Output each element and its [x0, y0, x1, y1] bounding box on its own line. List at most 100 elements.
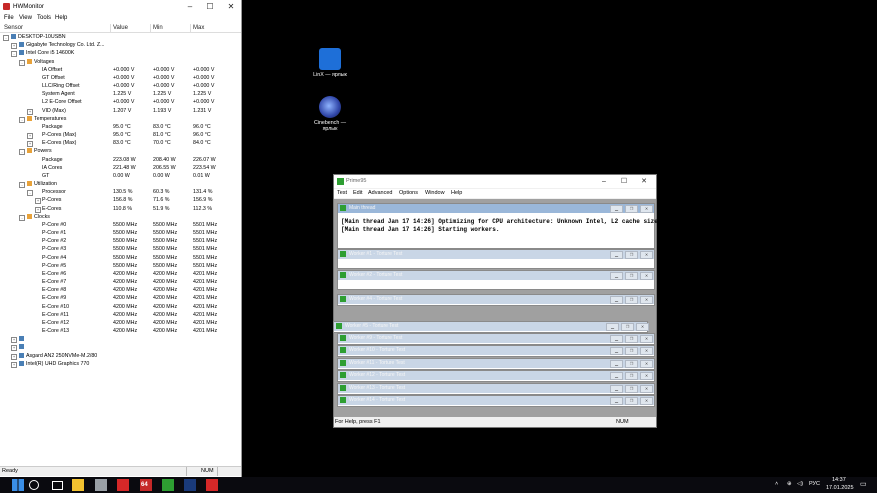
menu-options[interactable]: Options [399, 190, 418, 196]
sensor-row[interactable]: - Powers [0, 147, 241, 156]
child-restore-button[interactable]: ❐ [625, 335, 638, 343]
expand-icon[interactable]: + [11, 43, 17, 50]
child-titlebar[interactable]: Worker #14 - Torture Test ▁ ❐ ✕ [338, 396, 654, 405]
sensor-row[interactable]: E-Core #8 4200 MHz 4200 MHz 4201 MHz [0, 286, 241, 294]
sensor-row[interactable]: + E-Cores (Max) 83.0 °C 70.0 °C 84.0 °C [0, 139, 241, 148]
gear-app-icon[interactable] [95, 479, 107, 491]
menu-test[interactable]: Test [337, 190, 347, 196]
child-minimize-button[interactable]: ▁ [610, 360, 623, 368]
sensor-row[interactable]: E-Core #12 4200 MHz 4200 MHz 4201 MHz [0, 319, 241, 327]
worker-window[interactable]: Worker #9 - Torture Test ▁ ❐ ✕ [337, 333, 655, 345]
sensor-row[interactable]: IA Cores 221.48 W 206.55 W 223.54 W [0, 164, 241, 172]
column-sensor[interactable]: Sensor [4, 25, 23, 31]
sensor-row[interactable]: LLC/Ring Offset +0.000 V +0.000 V +0.000 V [0, 82, 241, 90]
child-minimize-button[interactable]: ▁ [610, 397, 623, 405]
column-max[interactable]: Max [193, 25, 204, 31]
child-close-button[interactable]: ✕ [640, 385, 653, 393]
sensor-row[interactable]: E-Core #9 4200 MHz 4200 MHz 4201 MHz [0, 294, 241, 302]
sensor-row[interactable]: P-Core #1 5500 MHz 5500 MHz 5501 MHz [0, 229, 241, 237]
child-titlebar[interactable]: Worker #4 - Torture Test ▁ ❐ ✕ [338, 295, 654, 304]
maximize-button[interactable]: ☐ [200, 2, 220, 11]
child-minimize-button[interactable]: ▁ [610, 251, 623, 259]
minimize-button[interactable]: – [180, 2, 200, 11]
sensor-row[interactable]: P-Core #4 5500 MHz 5500 MHz 5501 MHz [0, 254, 241, 262]
collapse-icon[interactable]: - [19, 59, 25, 66]
collapse-icon[interactable]: - [11, 51, 17, 58]
child-minimize-button[interactable]: ▁ [610, 205, 623, 213]
child-titlebar[interactable]: Worker #1 - Torture Test ▁ ❐ ✕ [338, 250, 654, 259]
sensor-row[interactable]: + Asgard AN2 250NVMe-M.2/80 [0, 352, 241, 360]
child-close-button[interactable]: ✕ [636, 323, 649, 331]
aida64-icon[interactable]: 64 [140, 479, 152, 491]
sensor-row[interactable]: E-Core #13 4200 MHz 4200 MHz 4201 MHz [0, 327, 241, 335]
task-view-icon[interactable] [52, 481, 63, 490]
child-restore-button[interactable]: ❐ [625, 385, 638, 393]
expand-icon[interactable]: + [27, 141, 33, 148]
child-close-button[interactable]: ✕ [640, 296, 653, 304]
sensor-row[interactable]: E-Core #11 4200 MHz 4200 MHz 4201 MHz [0, 311, 241, 319]
menu-edit[interactable]: Edit [353, 190, 362, 196]
child-restore-button[interactable]: ❐ [625, 372, 638, 380]
sensor-row[interactable]: P-Core #2 5500 MHz 5500 MHz 5501 MHz [0, 237, 241, 245]
child-titlebar[interactable]: Worker #10 - Torture Test ▁ ❐ ✕ [338, 346, 654, 355]
worker-window[interactable]: Worker #4 - Torture Test ▁ ❐ ✕ [337, 294, 655, 306]
close-button[interactable]: ✕ [221, 2, 241, 11]
sensor-row[interactable]: E-Core #6 4200 MHz 4200 MHz 4201 MHz [0, 270, 241, 278]
worker-window[interactable]: Worker #11 - Torture Test ▁ ❐ ✕ [337, 358, 655, 370]
column-value[interactable]: Value [113, 25, 128, 31]
worker-window[interactable]: Worker #12 - Torture Test ▁ ❐ ✕ [337, 370, 655, 382]
sensor-row[interactable]: - Voltages [0, 58, 241, 66]
menu-help[interactable]: Help [55, 15, 67, 21]
sensor-row[interactable]: P-Core #3 5500 MHz 5500 MHz 5501 MHz [0, 245, 241, 253]
sensor-row[interactable]: IA Offset +0.000 V +0.000 V +0.000 V [0, 66, 241, 74]
menu-file[interactable]: File [4, 15, 14, 21]
sensor-row[interactable]: Package 95.0 °C 83.0 °C 96.0 °C [0, 123, 241, 131]
child-minimize-button[interactable]: ▁ [610, 296, 623, 304]
sensor-row[interactable]: - DESKTOP-10USBN [0, 33, 241, 41]
sensor-row[interactable]: E-Core #10 4200 MHz 4200 MHz 4201 MHz [0, 303, 241, 311]
sensor-row[interactable]: + Gigabyte Technology Co. Ltd. Z... [0, 41, 241, 50]
child-minimize-button[interactable]: ▁ [606, 323, 619, 331]
sensor-row[interactable]: + [0, 343, 241, 352]
sensor-row[interactable]: E-Core #7 4200 MHz 4200 MHz 4201 MHz [0, 278, 241, 286]
child-close-button[interactable]: ✕ [640, 251, 653, 259]
menu-advanced[interactable]: Advanced [368, 190, 392, 196]
column-min[interactable]: Min [153, 25, 163, 31]
collapse-icon[interactable]: - [19, 182, 25, 189]
child-titlebar[interactable]: Worker #12 - Torture Test ▁ ❐ ✕ [338, 371, 654, 380]
child-minimize-button[interactable]: ▁ [610, 372, 623, 380]
notification-icon[interactable]: ▭ [860, 480, 867, 488]
hwmonitor-titlebar[interactable]: HWMonitor – ☐ ✕ [0, 0, 241, 13]
prime95-titlebar[interactable]: Prime95 – ☐ ✕ [334, 175, 656, 188]
worker-window[interactable]: Worker #5 - Torture Test ▁ ❐ ✕ [333, 321, 649, 333]
expand-icon[interactable]: + [11, 345, 17, 352]
worker-window[interactable]: Worker #2 - Torture Test ▁ ❐ ✕ [337, 270, 655, 290]
child-close-button[interactable]: ✕ [640, 205, 653, 213]
worker-window[interactable]: Worker #1 - Torture Test ▁ ❐ ✕ [337, 249, 655, 269]
maximize-button[interactable]: ☐ [614, 177, 634, 186]
menu-tools[interactable]: Tools [37, 15, 51, 21]
main-thread-window[interactable]: Main thread ▁ ❐ ✕ [Main thread Jan 17 14… [337, 203, 712, 249]
child-close-button[interactable]: ✕ [640, 360, 653, 368]
menu-view[interactable]: View [19, 15, 32, 21]
sensor-row[interactable]: - Utilization [0, 180, 241, 189]
child-close-button[interactable]: ✕ [640, 372, 653, 380]
menu-help[interactable]: Help [451, 190, 462, 196]
menu-window[interactable]: Window [425, 190, 445, 196]
expand-icon[interactable]: + [11, 337, 17, 344]
worker-window[interactable]: Worker #13 - Torture Test ▁ ❐ ✕ [337, 383, 655, 395]
windows-logo-icon[interactable] [12, 479, 24, 491]
sensor-row[interactable]: + P-Cores (Max) 95.0 °C 81.0 °C 96.0 °C [0, 131, 241, 140]
child-restore-button[interactable]: ❐ [625, 296, 638, 304]
child-titlebar[interactable]: Worker #9 - Torture Test ▁ ❐ ✕ [338, 334, 654, 343]
prime95-icon[interactable] [162, 479, 174, 491]
child-restore-button[interactable]: ❐ [625, 360, 638, 368]
child-restore-button[interactable]: ❐ [625, 251, 638, 259]
chevron-up-icon[interactable]: ˄ [775, 481, 778, 487]
language-indicator[interactable]: РУС [809, 481, 820, 487]
sensor-row[interactable]: Package 223.08 W 208.40 W 226.07 W [0, 156, 241, 164]
child-close-button[interactable]: ✕ [640, 397, 653, 405]
child-titlebar[interactable]: Worker #11 - Torture Test ▁ ❐ ✕ [338, 359, 654, 368]
child-titlebar[interactable]: Worker #5 - Torture Test ▁ ❐ ✕ [334, 322, 649, 331]
expand-icon[interactable]: + [11, 353, 17, 360]
